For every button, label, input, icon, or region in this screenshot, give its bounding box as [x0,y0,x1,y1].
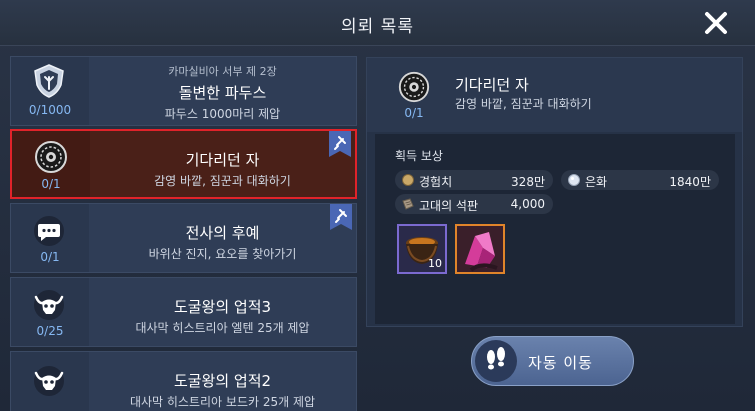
detail-quest-name: 기다리던 자 [455,76,529,94]
reward-value: 328만 [511,175,545,189]
quest-detail-panel: 0/1 기다리던 자 감영 바깥, 짐꾼과 대화하기 획득 보상 경험치 328… [366,57,743,327]
quest-icon-column: 0/1 [12,131,90,197]
detail-quest-description: 감영 바깥, 짐꾼과 대화하기 [455,97,592,111]
quest-name: 기다리던 자 [185,151,260,169]
quest-name: 도굴왕의 업적2 [173,372,272,390]
quest-progress: 0/1 [41,177,61,191]
rewards-section: 획득 보상 경험치 328만 은화 1840만 고대의 석판 4,000 10 [375,134,735,324]
quest-name: 돌변한 파두스 [178,84,267,102]
quest-card-3[interactable]: 0/1 전사의 후예 바위산 진지, 요오를 찾아가기 [10,203,357,273]
quest-description: 대사막 히스트리아 보드카 25개 제압 [129,395,316,409]
quest-icon-column: 0/25 [11,278,89,346]
quest-description: 감영 바깥, 짐꾼과 대화하기 [154,174,291,188]
quest-card-4[interactable]: 0/25 도굴왕의 업적3 대사막 히스트리아 엘텐 25개 제압 [10,277,357,347]
quest-list[interactable]: 0/1000 카마실비아 서부 제 2장 돌변한 파두스 파두스 1000마리 … [10,56,357,411]
quest-progress: 0/25 [36,324,64,338]
stone-tablet-icon [402,198,414,210]
pink-crystal-icon [465,232,498,272]
reward-item-crystal[interactable] [455,224,505,274]
pin-badge-icon[interactable] [330,204,352,230]
reward-value: 4,000 [510,197,545,211]
reward-label: 은화 [585,175,608,189]
quest-description: 대사막 히스트리아 엘텐 25개 제압 [135,321,310,335]
reward-stone-tablet: 고대의 석판 4,000 [395,194,553,214]
quest-name: 도굴왕의 업적3 [173,298,272,316]
title-bar: 의뢰 목록 [0,0,755,46]
horned-skull-icon [34,366,64,396]
reward-experience: 경험치 328만 [395,170,553,190]
quest-card-1[interactable]: 0/1000 카마실비아 서부 제 2장 돌변한 파두스 파두스 1000마리 … [10,56,357,126]
detail-progress: 0/1 [404,106,424,120]
quest-detail-header: 0/1 기다리던 자 감영 바깥, 짐꾼과 대화하기 [367,58,742,132]
quest-description: 바위산 진지, 요오를 찾아가기 [148,247,297,261]
quest-progress: 0/1 [40,250,60,264]
reward-silver: 은화 1840만 [561,170,719,190]
reward-item-soup[interactable]: 10 [397,224,447,274]
quest-list-window: 의뢰 목록 0/1000 카마실비아 서부 제 2장 돌변한 파두스 파두스 1… [0,0,755,411]
quest-progress: 0/1000 [28,103,72,117]
quest-description: 파두스 1000마리 제압 [164,107,281,121]
quest-icon-column: 0/1000 [11,57,89,125]
quest-chapter: 카마실비아 서부 제 2장 [168,65,277,78]
auto-move-button[interactable]: 자동 이동 [471,336,634,386]
quest-icon-column [11,352,89,411]
rewards-title: 획득 보상 [395,149,443,163]
item-quantity: 10 [428,257,442,270]
quest-icon-column: 0/1 [11,204,89,272]
quest-card-2[interactable]: 0/1 기다리던 자 감영 바깥, 짐꾼과 대화하기 [10,129,357,199]
reward-label: 고대의 석판 [419,199,479,213]
reward-label: 경험치 [419,175,453,189]
quest-text: 카마실비아 서부 제 2장 돌변한 파두스 파두스 1000마리 제압 [89,57,356,125]
shield-sprout-icon [34,64,64,98]
reward-value: 1840만 [669,175,711,189]
pin-badge-icon[interactable] [329,131,351,157]
close-icon[interactable] [703,10,729,36]
quest-text: 도굴왕의 업적3 대사막 히스트리아 엘텐 25개 제압 [89,278,356,346]
silver-coin-icon [568,174,580,186]
auto-move-label: 자동 이동 [528,354,593,372]
quest-card-5[interactable]: 도굴왕의 업적2 대사막 히스트리아 보드카 25개 제압 [10,351,357,411]
experience-orb-icon [402,174,414,186]
chat-icon [34,216,64,246]
quest-text: 도굴왕의 업적2 대사막 히스트리아 보드카 25개 제압 [89,352,356,411]
window-title: 의뢰 목록 [341,17,414,37]
quest-text: 전사의 후예 바위산 진지, 요오를 찾아가기 [89,204,356,272]
footprints-icon [487,347,505,370]
auto-move-icon-circle [475,340,517,382]
gear-emblem-icon [35,141,67,173]
horned-skull-icon [34,290,64,320]
gear-emblem-icon [398,71,430,103]
quest-name: 전사의 후예 [185,224,260,242]
quest-text: 기다리던 자 감영 바깥, 짐꾼과 대화하기 [90,131,355,197]
